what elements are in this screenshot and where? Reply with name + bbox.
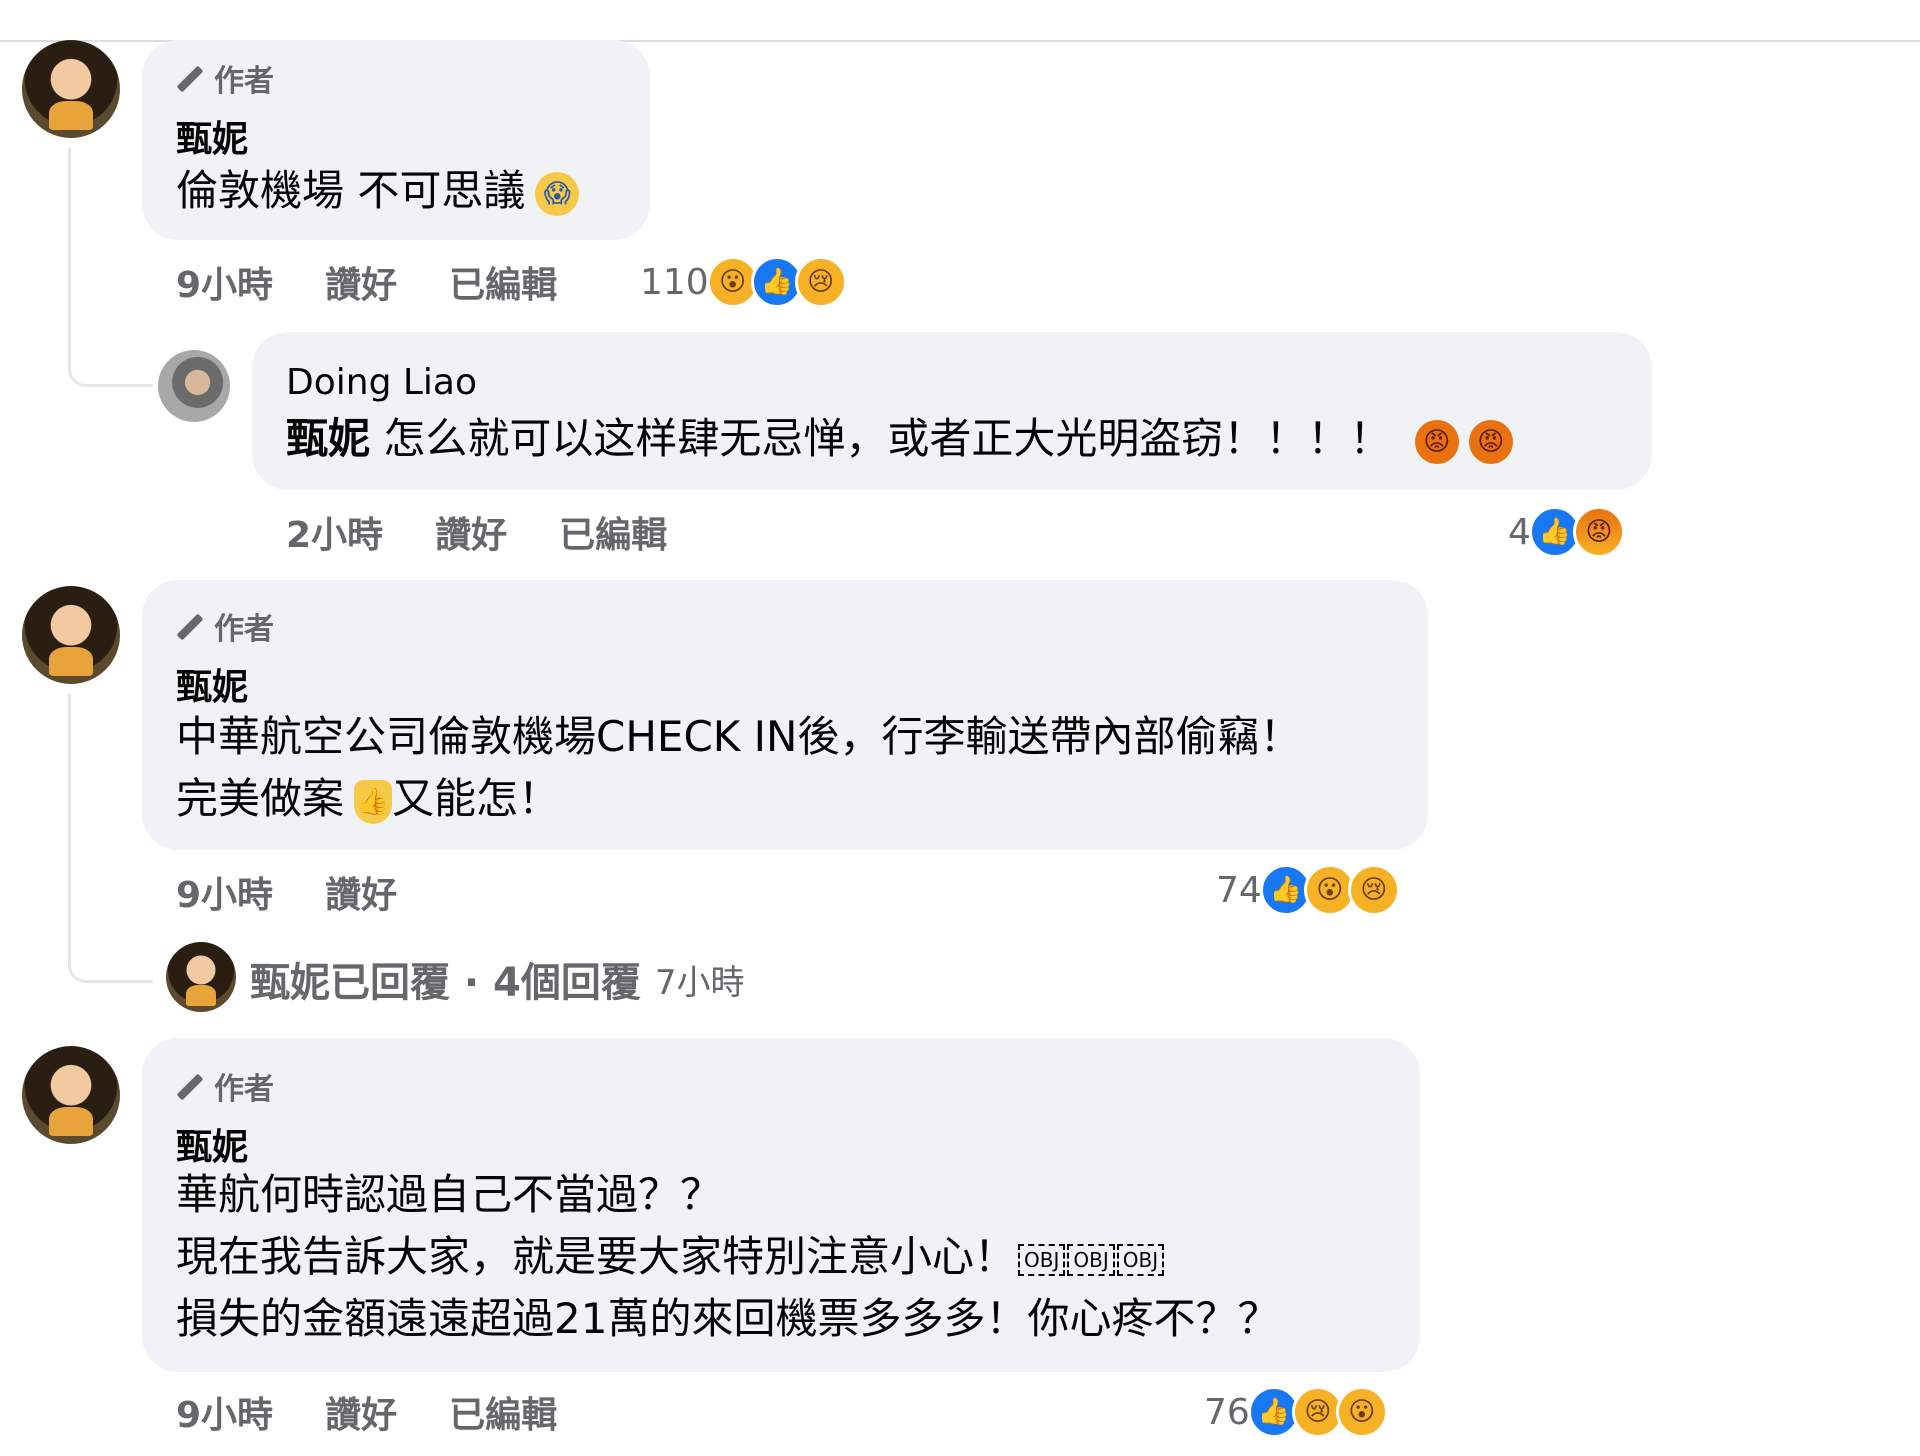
author-badge-label: 作者	[214, 612, 274, 647]
like-button[interactable]: 讚好	[325, 866, 397, 918]
reaction-count: 76	[1204, 1391, 1250, 1433]
sad-icon: 😢	[794, 256, 847, 308]
obj-placeholder-icon: OBJ	[1018, 1243, 1066, 1276]
avatar[interactable]	[158, 350, 230, 422]
obj-placeholder-icon: OBJ	[1116, 1243, 1165, 1276]
sad-icon: 😢	[1347, 864, 1400, 916]
reaction-summary[interactable]: 110 😮 👍 😢	[640, 256, 847, 308]
author-badge-label: 作者	[214, 1072, 274, 1107]
avatar[interactable]	[22, 586, 120, 684]
reaction-count: 110	[640, 261, 709, 303]
thread-line	[68, 694, 153, 983]
comment-text-line: 損失的金額遠遠超過21萬的來回機票多多多！你心疼不？？	[176, 1294, 1280, 1343]
pencil-icon	[176, 612, 204, 640]
timestamp[interactable]: 2小時	[286, 506, 383, 558]
mention-link[interactable]: 甄妮	[286, 414, 370, 463]
comment-text-line: 完美做案 👍又能怎！	[176, 768, 560, 830]
comment-actions: 9小時 讚好 已編輯	[176, 256, 609, 308]
comment-actions: 9小時 讚好 已編輯	[176, 1386, 609, 1438]
view-replies-link[interactable]: 甄妮已回覆 · 4個回覆 7小時	[250, 950, 745, 1008]
comment-actions: 9小時 讚好	[176, 866, 449, 918]
avatar[interactable]	[166, 942, 236, 1012]
reply-actions: 2小時 讚好 已編輯	[286, 506, 719, 558]
author-badge-label: 作者	[214, 64, 274, 99]
author-badge: 作者	[176, 604, 274, 648]
author-badge: 作者	[176, 56, 274, 100]
commenter-name[interactable]: 甄妮	[176, 658, 248, 710]
like-button[interactable]: 讚好	[325, 256, 397, 308]
commenter-name[interactable]: 甄妮	[176, 1118, 248, 1170]
timestamp[interactable]: 9小時	[176, 256, 273, 308]
like-button[interactable]: 讚好	[435, 506, 507, 558]
angry-emoji-icon: 😡	[1468, 419, 1513, 464]
author-badge: 作者	[176, 1064, 274, 1108]
reaction-count: 74	[1216, 869, 1262, 911]
comment-text-fragment: 又能怎！	[392, 774, 561, 823]
comment-text-line: 現在我告訴大家，就是要大家特別注意小心！ OBJ OBJ OBJ	[176, 1226, 1165, 1288]
comment-text: 倫敦機場 不可思議 😱	[176, 160, 580, 222]
edited-label: 已編輯	[449, 265, 558, 306]
reaction-count: 4	[1508, 511, 1531, 553]
reaction-summary[interactable]: 74 👍 😮 😢	[1216, 864, 1400, 916]
angry-icon: 😡	[1572, 506, 1625, 558]
edited-label: 已編輯	[449, 1395, 558, 1436]
reaction-summary[interactable]: 4 👍 😡	[1508, 506, 1625, 558]
comment-text-fragment: 現在我告訴大家，就是要大家特別注意小心！	[176, 1232, 1017, 1281]
thumbs-up-emoji-icon: 👍	[354, 779, 393, 824]
replies-timestamp: 7小時	[654, 962, 745, 1003]
obj-placeholder-icon: OBJ	[1067, 1243, 1115, 1276]
scream-emoji-icon: 😱	[535, 171, 580, 216]
comment-text-line: 中華航空公司倫敦機場CHECK IN後，行李輸送帶內部偷竊！	[176, 712, 1302, 761]
comment-text-fragment: 完美做案	[176, 774, 345, 823]
avatar[interactable]	[22, 1046, 120, 1144]
wow-icon: 😮	[1335, 1386, 1388, 1438]
replies-label[interactable]: 甄妮已回覆 · 4個回覆	[250, 950, 641, 1008]
comment-text-line: 華航何時認過自己不當過？？	[176, 1170, 723, 1219]
like-button[interactable]: 讚好	[325, 1386, 397, 1438]
commenter-name[interactable]: Doing Liao	[286, 362, 477, 403]
avatar[interactable]	[22, 40, 120, 138]
pencil-icon	[176, 1072, 204, 1100]
reply-text-body: 怎么就可以这样肆无忌惮，或者正大光明盗窃！！！！	[383, 414, 1392, 463]
comment-text-body: 倫敦機場 不可思議	[176, 166, 526, 215]
edited-label: 已編輯	[559, 515, 668, 556]
angry-emoji-icon: 😡	[1414, 419, 1459, 464]
commenter-name[interactable]: 甄妮	[176, 110, 248, 162]
timestamp[interactable]: 9小時	[176, 866, 273, 918]
pencil-icon	[176, 64, 204, 92]
reply-text: 甄妮 怎么就可以这样肆无忌惮，或者正大光明盗窃！！！！ 😡 😡	[286, 408, 1513, 470]
timestamp[interactable]: 9小時	[176, 1386, 273, 1438]
reaction-summary[interactable]: 76 👍 😢 😮	[1204, 1386, 1388, 1438]
thread-line	[68, 148, 153, 387]
top-bar	[0, 0, 1920, 42]
